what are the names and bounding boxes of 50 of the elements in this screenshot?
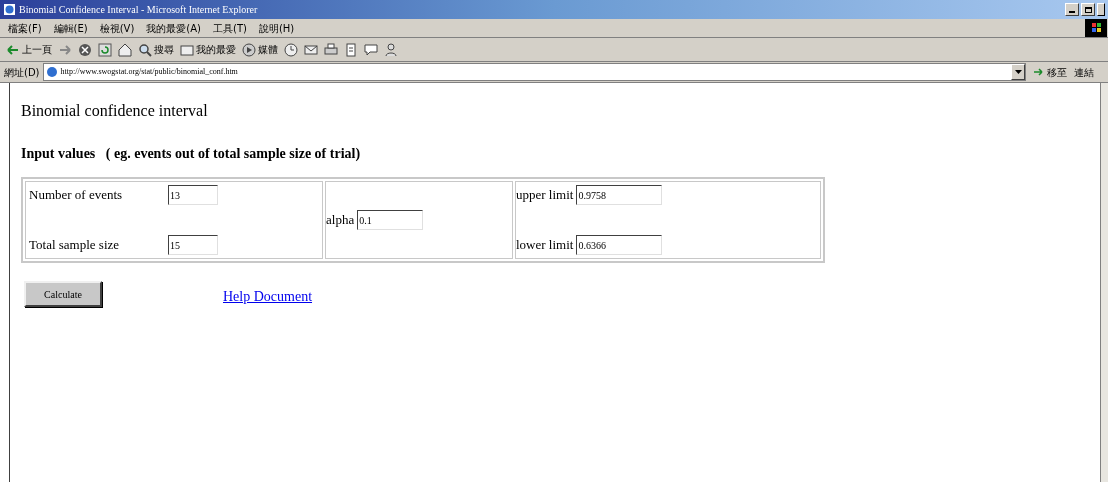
field-label: Total sample size (29, 236, 121, 255)
restore-button[interactable] (1081, 3, 1095, 16)
input-field[interactable]: 13 (168, 185, 218, 205)
scrollbar[interactable] (1100, 83, 1108, 482)
field-label: upper limit (516, 186, 574, 205)
links-button[interactable]: 連結 (1074, 64, 1108, 80)
document-icon[interactable] (344, 42, 358, 57)
help-link[interactable]: Help Document (223, 286, 313, 307)
field-label: alpha (326, 211, 355, 230)
field-label: Number of events (29, 186, 124, 205)
speech-bubble-icon[interactable] (364, 42, 378, 57)
input-field[interactable]: 15 (168, 235, 218, 255)
windows-logo-icon (1085, 19, 1107, 37)
menu-item[interactable]: 編輯(E) (51, 20, 90, 36)
menu-item[interactable]: 我的最愛(A) (144, 20, 203, 36)
person-icon[interactable] (384, 42, 398, 57)
address-label: 網址(D) (4, 65, 40, 80)
go-button[interactable]: 移至 (1029, 64, 1071, 80)
search-button[interactable]: 搜尋 (138, 42, 174, 57)
section-heading: Input values ( eg. events out of total sample size of trial) (21, 145, 362, 163)
input-field[interactable]: 0.6366 (576, 235, 663, 255)
field-label: lower limit (516, 236, 574, 255)
refresh-icon[interactable] (98, 42, 112, 57)
browser-icon (3, 3, 16, 16)
media-button[interactable]: 媒體 (242, 42, 278, 57)
address-field[interactable]: http://www.swogstat.org/stat/public/binomial_conf.htm (42, 63, 1026, 81)
media-icon (242, 42, 256, 57)
url-text: http://www.swogstat.org/stat/public/binomial_conf.htm (60, 66, 238, 78)
page-heading: Binomial confidence interval (21, 101, 209, 121)
search-icon (138, 42, 152, 57)
back-arrow-icon (6, 42, 20, 57)
dropdown-icon[interactable] (1011, 64, 1025, 80)
calculate-button[interactable]: Calculate (24, 281, 102, 307)
back-button[interactable]: 上一頁 (6, 42, 52, 57)
stop-icon[interactable] (78, 42, 92, 57)
envelope-icon[interactable] (304, 42, 318, 57)
input-field[interactable]: 0.9758 (576, 185, 663, 205)
favorites-button[interactable]: 我的最愛 (180, 42, 236, 57)
clock-icon[interactable] (284, 42, 298, 57)
menu-item[interactable]: 說明(H) (256, 20, 297, 36)
minimize-button[interactable] (1065, 3, 1079, 16)
printer-icon[interactable] (324, 42, 338, 57)
go-arrow-icon (1033, 67, 1045, 77)
menu-item[interactable]: 檔案(F) (6, 20, 44, 36)
window-title: Binomial Confidence Interval - Microsoft Internet Explorer (19, 3, 258, 17)
page-icon (45, 66, 58, 78)
menu-item[interactable]: 檢視(V) (97, 20, 137, 36)
input-field[interactable]: 0.1 (357, 210, 424, 230)
menu-item[interactable]: 工具(T) (211, 20, 249, 36)
house-icon[interactable] (118, 42, 132, 57)
